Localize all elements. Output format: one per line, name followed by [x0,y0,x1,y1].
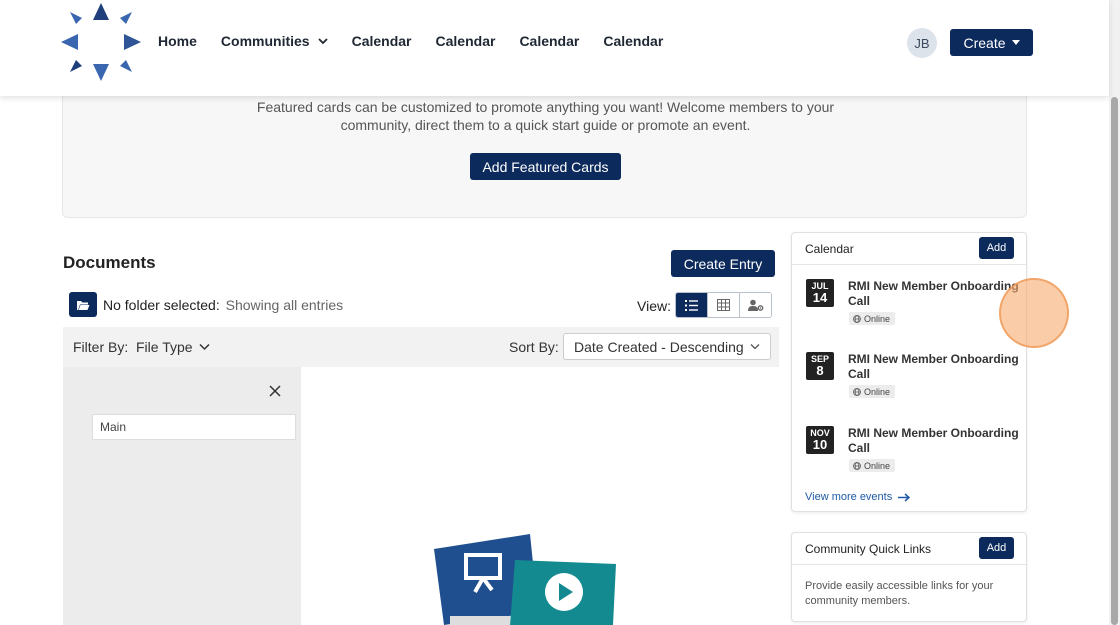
user-avatar[interactable]: JB [907,28,937,58]
view-more-events-label: View more events [805,491,893,503]
list-icon [685,299,698,311]
featured-text-line: Featured cards can be customized to prom… [256,99,835,115]
folder-status-sub: Showing all entries [225,297,344,313]
main-nav: Home Communities Calendar Calendar Calen… [158,33,687,49]
chevron-down-icon [317,38,328,45]
calendar-widget: Calendar Add JUL 14 RMI New Member Onboa… [791,232,1027,512]
calendar-event[interactable]: JUL 14 RMI New Member Onboarding Call On… [805,279,1020,329]
user-settings-icon [747,299,763,311]
featured-cards-panel: Featured cards can be customized to prom… [62,80,1027,218]
nav-home[interactable]: Home [158,33,197,49]
view-more-events-link[interactable]: View more events [805,491,911,503]
sort-select[interactable]: Date Created - Descending [563,333,771,360]
scrollbar-thumb[interactable] [1111,97,1118,625]
featured-text-line: community, direct them to a quick start … [340,117,751,133]
nav-calendar[interactable]: Calendar [519,33,579,49]
nav-calendar-label: Calendar [603,33,664,49]
chevron-down-icon [199,343,210,351]
folder-status-label: No folder selected: [103,297,220,313]
globe-icon [853,461,861,470]
event-location: Online [864,313,891,324]
globe-icon [853,387,861,396]
nav-calendar-label: Calendar [351,33,412,49]
caret-down-icon [1011,40,1020,45]
nav-calendar-label: Calendar [519,33,580,49]
nav-communities-label: Communities [220,33,310,49]
event-title[interactable]: RMI New Member Onboarding Call [848,279,1020,309]
event-date-badge: JUL 14 [806,279,834,307]
close-icon[interactable] [268,384,282,398]
calendar-widget-header: Calendar Add [792,233,1026,265]
event-location-badge: Online [849,459,896,472]
featured-cards-description: Featured cards can be customized to prom… [63,98,1028,134]
view-label: View: [637,298,671,314]
chevron-down-icon [750,344,760,350]
nav-communities[interactable]: Communities [221,33,328,49]
file-type-filter[interactable]: File Type [136,339,210,355]
click-indicator [999,278,1069,348]
event-day: 14 [812,290,828,305]
empty-documents-illustration [434,534,616,625]
event-title[interactable]: RMI New Member Onboarding Call [848,352,1020,382]
sort-select-value: Date Created - Descending [574,338,744,355]
event-date-badge: SEP 8 [806,352,834,380]
event-location: Online [864,460,891,471]
folder-toggle-button[interactable] [69,292,97,317]
add-featured-cards-button[interactable]: Add Featured Cards [470,153,621,180]
event-day: 10 [812,437,828,452]
manage-view-button[interactable] [740,293,771,317]
nav-calendar-label: Calendar [435,33,496,49]
globe-icon [853,314,861,323]
nav-calendar[interactable]: Calendar [352,33,412,49]
calendar-widget-title: Calendar [805,242,854,256]
create-button[interactable]: Create [950,29,1033,56]
event-location-badge: Online [849,312,896,325]
quick-links-header: Community Quick Links Add [792,533,1026,565]
create-entry-button[interactable]: Create Entry [671,250,775,277]
documents-title: Documents [63,253,156,272]
view-mode-toggle [675,292,772,318]
add-calendar-event-button[interactable]: Add [979,237,1014,259]
arrow-right-icon [898,492,911,502]
community-logo[interactable] [60,2,142,82]
filter-bar: Filter By: File Type Sort By: Date Creat… [63,327,779,367]
calendar-event[interactable]: NOV 10 RMI New Member Onboarding Call On… [805,426,1020,476]
event-date-badge: NOV 10 [806,426,834,454]
folder-panel: Main [63,367,301,625]
quick-links-widget: Community Quick Links Add Provide easily… [791,532,1027,622]
nav-home-label: Home [158,33,197,49]
page-scrollbar[interactable] [1109,0,1120,625]
grid-view-button[interactable] [708,293,740,317]
folder-status: No folder selected: Showing all entries [103,297,343,313]
filter-label: Filter By: [73,339,129,355]
create-button-label: Create [963,34,1006,51]
nav-calendar[interactable]: Calendar [603,33,663,49]
quick-links-description: Provide easily accessible links for your… [805,580,994,607]
site-header: Home Communities Calendar Calendar Calen… [0,0,1109,96]
add-quick-link-button[interactable]: Add [979,537,1014,559]
calendar-event[interactable]: SEP 8 RMI New Member Onboarding Call Onl… [805,352,1020,402]
file-type-filter-label: File Type [136,339,193,355]
event-day: 8 [816,363,824,378]
event-location-badge: Online [849,385,896,398]
event-title[interactable]: RMI New Member Onboarding Call [848,426,1020,456]
event-location: Online [864,386,891,397]
list-view-button[interactable] [676,293,708,317]
folder-item-main[interactable]: Main [92,414,296,440]
table-icon [717,299,730,311]
folder-open-icon [77,300,90,310]
sort-label: Sort By: [509,339,559,355]
nav-calendar[interactable]: Calendar [436,33,496,49]
quick-links-title: Community Quick Links [805,542,932,556]
